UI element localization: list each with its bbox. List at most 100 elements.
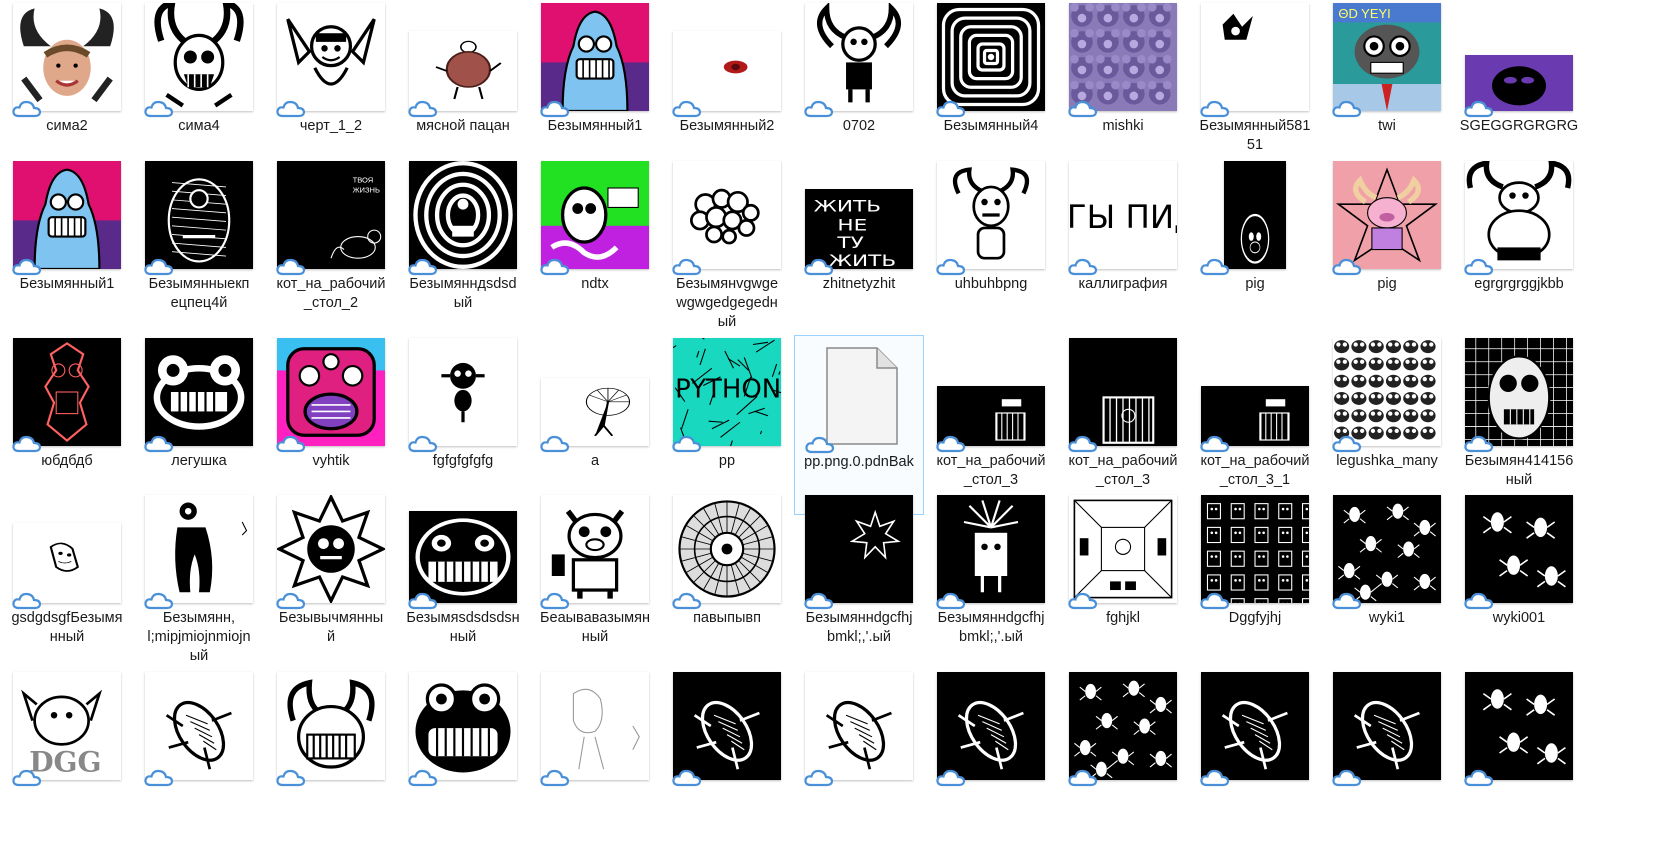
file-name-label: twi [1322, 117, 1452, 136]
file-item[interactable]: Безымянный1 [530, 0, 660, 180]
file-item[interactable]: wyki001 [1454, 492, 1584, 672]
file-item[interactable] [530, 669, 660, 849]
file-item[interactable]: Безымян414156 ный [1454, 335, 1584, 515]
cloud-sync-icon [1068, 769, 1098, 787]
file-item[interactable]: DGG [2, 669, 132, 849]
file-name-label: zhitnetyzhit [794, 275, 924, 294]
file-item[interactable]: мясной пацан [398, 0, 528, 180]
cloud-sync-icon [408, 100, 438, 118]
file-thumbnail [145, 338, 253, 446]
file-item[interactable]: Безывычмянны й [266, 492, 396, 672]
file-item[interactable]: egrgrgrggjkbb [1454, 158, 1584, 338]
file-item[interactable]: fghjkl [1058, 492, 1188, 672]
file-item[interactable]: легушка [134, 335, 264, 515]
file-item[interactable]: ТВОЯЖИЗНЬкот_на_рабочий _стол_2 [266, 158, 396, 338]
file-item[interactable]: Безымянн, l;mipjmiojnmiojn ый [134, 492, 264, 672]
file-name-label: SGEGGRGRGRG [1454, 117, 1584, 136]
file-name-label: pp.png.0.pdnBak [795, 453, 923, 472]
file-item[interactable] [1190, 669, 1320, 849]
file-item[interactable]: Безымяннdgcfhj bmkl;,'.ый [794, 492, 924, 672]
cloud-sync-icon [936, 435, 966, 453]
file-item[interactable]: wyki1 [1322, 492, 1452, 672]
file-item[interactable]: Безымянvgwge wgwgedgegedн ый [662, 158, 792, 338]
file-item[interactable]: PYTHONpp [662, 335, 792, 515]
file-item[interactable]: ГЫ ПИДОкаллиграфия [1058, 158, 1188, 338]
file-name-label: pp [662, 452, 792, 471]
file-name-label: сима2 [2, 117, 132, 136]
file-item[interactable]: gsdgdsgfБезымя нный [2, 492, 132, 672]
cloud-sync-icon [1200, 769, 1230, 787]
file-item[interactable]: mishki [1058, 0, 1188, 180]
file-item[interactable] [926, 669, 1056, 849]
cloud-sync-icon [12, 435, 42, 453]
file-item[interactable]: Безымяsdsdsdsн ный [398, 492, 528, 672]
file-item[interactable] [134, 669, 264, 849]
file-item[interactable]: SGEGGRGRGRG [1454, 0, 1584, 180]
file-item[interactable]: юбдбдб [2, 335, 132, 515]
file-item[interactable] [1058, 669, 1188, 849]
file-item[interactable]: Безымянныекп ецпец4й [134, 158, 264, 338]
file-item[interactable] [794, 669, 924, 849]
file-thumbnail [805, 672, 913, 780]
file-name-label: Безымянный2 [662, 117, 792, 136]
file-item[interactable]: Беаывавазымян ный [530, 492, 660, 672]
cloud-sync-icon [936, 100, 966, 118]
file-item[interactable] [398, 669, 528, 849]
file-item[interactable] [266, 669, 396, 849]
file-thumbnail [541, 3, 649, 111]
file-item[interactable]: сима2 [2, 0, 132, 180]
file-name-label: Безымянный1 [2, 275, 132, 294]
file-item[interactable]: сима4 [134, 0, 264, 180]
file-name-label: pig [1190, 275, 1320, 294]
file-item[interactable]: Безымянндsdsd ый [398, 158, 528, 338]
cloud-sync-icon [1464, 435, 1494, 453]
file-item[interactable]: a [530, 335, 660, 515]
cloud-sync-icon [540, 258, 570, 276]
file-item[interactable]: Безымянный2 [662, 0, 792, 180]
file-item[interactable]: кот_на_рабочий _стол_3 [1058, 335, 1188, 515]
cloud-sync-icon [276, 100, 306, 118]
cloud-sync-icon [1332, 435, 1362, 453]
file-thumbnail [145, 161, 253, 269]
cloud-sync-icon [1332, 100, 1362, 118]
file-thumbnail: ТВОЯЖИЗНЬ [277, 161, 385, 269]
file-item[interactable]: vyhtik [266, 335, 396, 515]
file-item[interactable]: Безымянный4 [926, 0, 1056, 180]
file-item[interactable]: ΘD YEYItwi [1322, 0, 1452, 180]
file-item[interactable]: pp.png.0.pdnBak [794, 335, 924, 515]
cloud-sync-icon [12, 769, 42, 787]
cloud-sync-icon [408, 592, 438, 610]
file-name-label: legushka_many [1322, 452, 1452, 471]
cloud-sync-icon [1200, 258, 1230, 276]
file-item[interactable]: pig [1190, 158, 1320, 338]
file-item[interactable]: ndtx [530, 158, 660, 338]
file-thumbnail [805, 495, 913, 603]
file-item[interactable]: ЖИТЬНЕТУЖИТЬzhitnetyzhit [794, 158, 924, 338]
file-thumbnail [937, 672, 1045, 780]
file-item[interactable]: кот_на_рабочий _стол_3 [926, 335, 1056, 515]
file-item[interactable]: Безымяннdgcfhj bmkl;,'.ый [926, 492, 1056, 672]
file-item[interactable]: fgfgfgfgfg [398, 335, 528, 515]
file-item[interactable]: pig [1322, 158, 1452, 338]
file-item[interactable]: Dggfyjhj [1190, 492, 1320, 672]
file-item[interactable]: uhbuhbpng [926, 158, 1056, 338]
file-item[interactable]: legushka_many [1322, 335, 1452, 515]
file-item[interactable] [1322, 669, 1452, 849]
file-name-label: egrgrgrggjkbb [1454, 275, 1584, 294]
cloud-sync-icon [1200, 435, 1230, 453]
file-item[interactable]: павыпывп [662, 492, 792, 672]
file-name-label: Безымянный1 [530, 117, 660, 136]
file-name-label: Безымяннdgcfhj bmkl;,'.ый [926, 609, 1056, 647]
cloud-sync-icon [804, 592, 834, 610]
file-thumbnail [409, 672, 517, 780]
file-thumbnail [937, 495, 1045, 603]
file-item[interactable]: Безымянный1 [2, 158, 132, 338]
file-item[interactable] [1454, 669, 1584, 849]
file-item[interactable]: Безымянный581 51 [1190, 0, 1320, 180]
file-item[interactable]: 0702 [794, 0, 924, 180]
file-item[interactable]: черт_1_2 [266, 0, 396, 180]
cloud-sync-icon [12, 258, 42, 276]
file-item[interactable] [662, 669, 792, 849]
file-item[interactable]: кот_на_рабочий _стол_3_1 [1190, 335, 1320, 515]
file-name-label: gsdgdsgfБезымя нный [2, 609, 132, 647]
